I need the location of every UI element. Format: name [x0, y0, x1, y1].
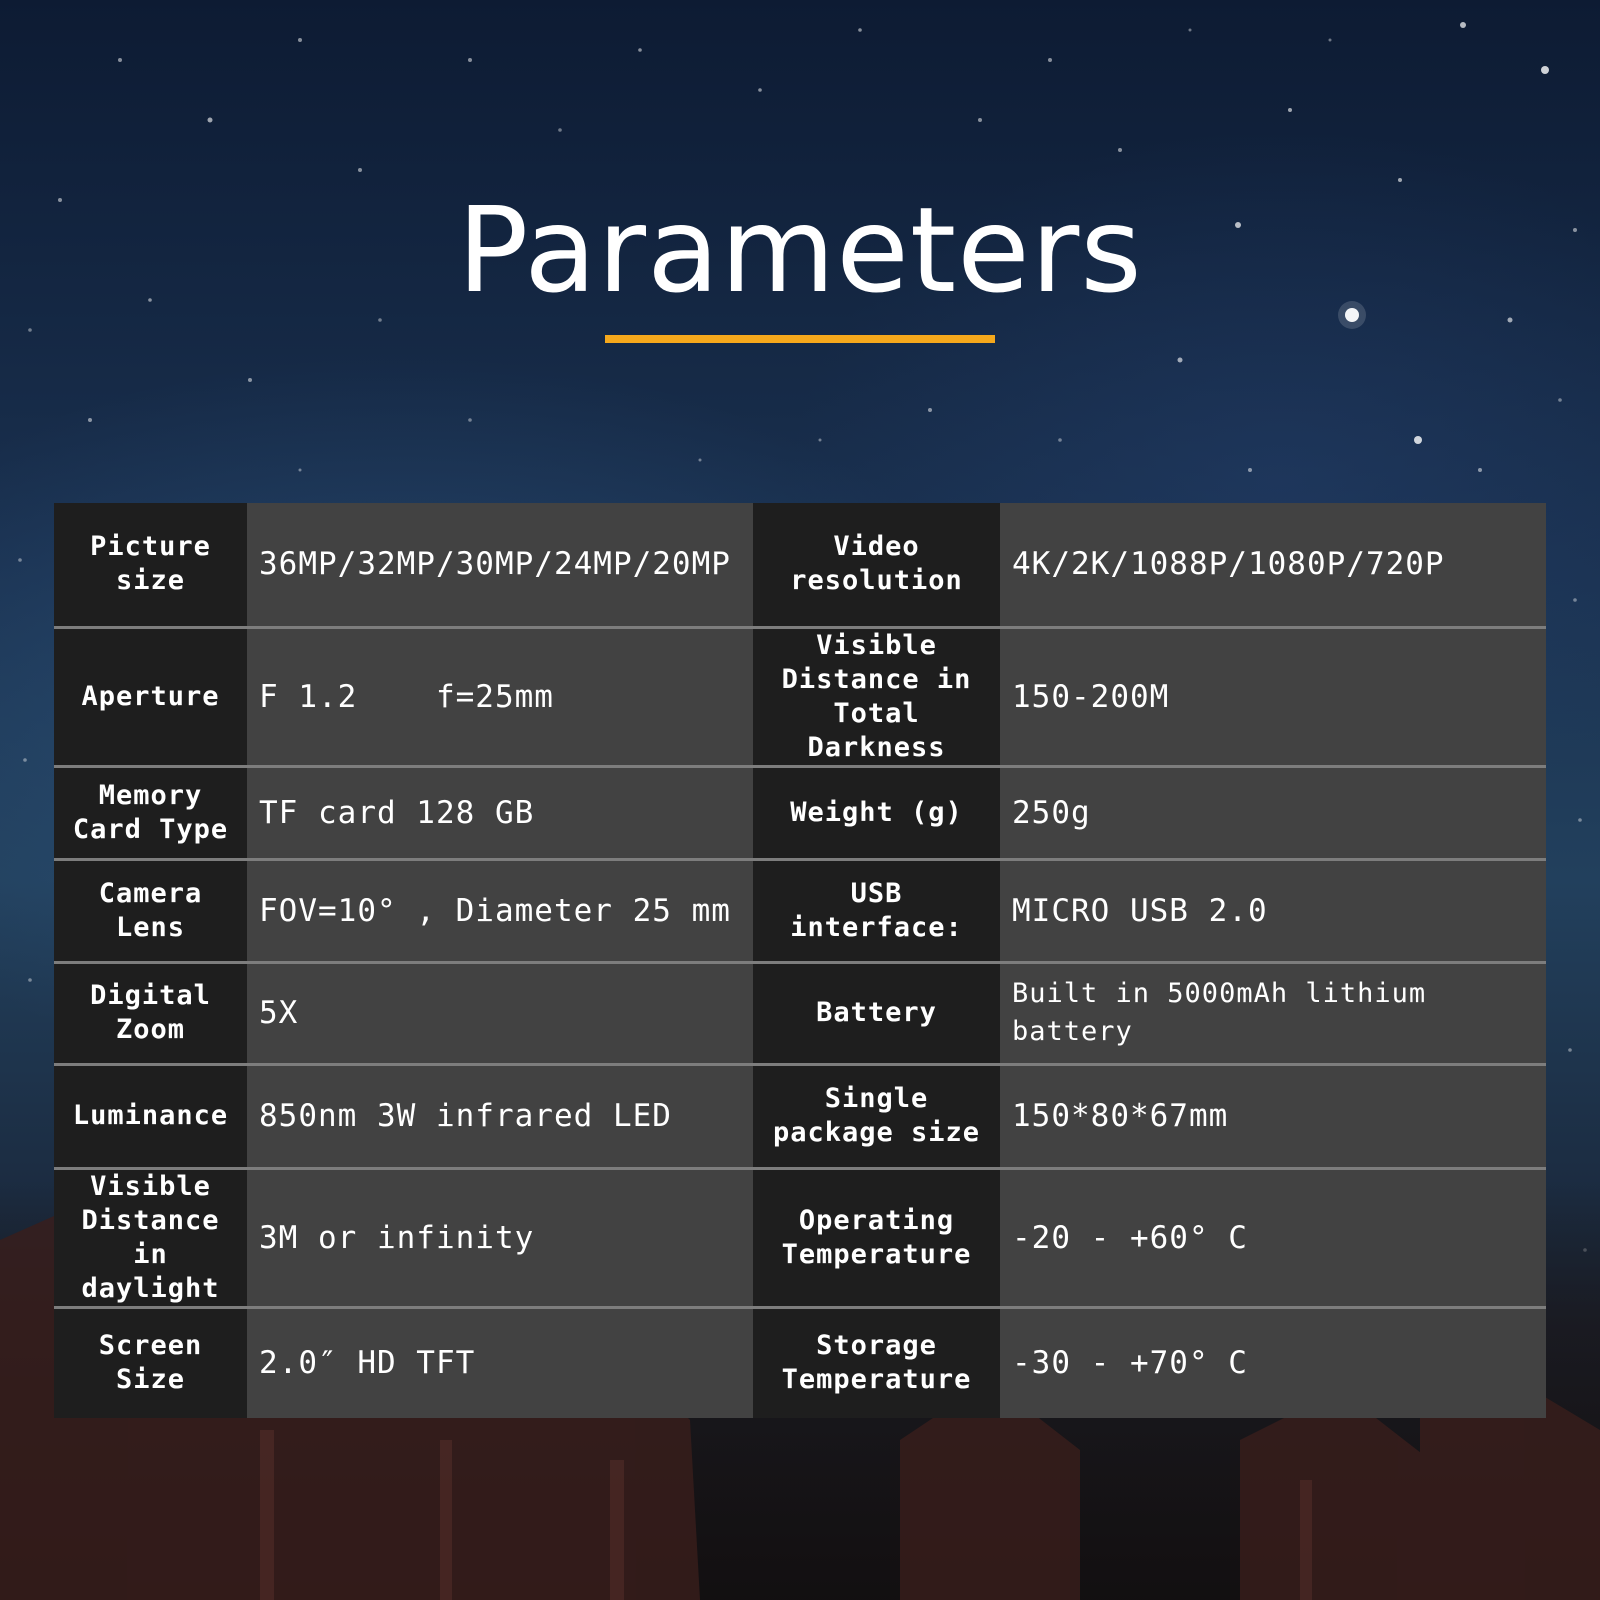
spec-row: Aperture F 1.2 f=25mm Visible Distance i…: [54, 627, 1546, 768]
spec-label: Memory Card Type: [54, 766, 247, 861]
spec-label: Weight (g): [753, 766, 1000, 861]
spec-row: Visible Distance in daylight 3M or infin…: [54, 1168, 1546, 1309]
spec-value: 250g: [1000, 766, 1546, 861]
spec-value: 4K/2K/1088P/1080P/720P: [1000, 503, 1546, 629]
spec-value: TF card 128 GB: [247, 766, 753, 861]
spec-label: Single package size: [753, 1064, 1000, 1170]
spec-label: Storage Temperature: [753, 1307, 1000, 1418]
spec-value: Built in 5000mAh lithium battery: [1000, 962, 1546, 1066]
spec-label: Aperture: [54, 627, 247, 768]
spec-value: 150*80*67mm: [1000, 1064, 1546, 1170]
spec-row: Digital Zoom 5X Battery Built in 5000mAh…: [54, 962, 1546, 1066]
spec-value: 5X: [247, 962, 753, 1066]
title-underline: [605, 335, 995, 343]
spec-label: Picture size: [54, 503, 247, 629]
spec-value: -20 - +60° C: [1000, 1168, 1546, 1309]
spec-label: Video resolution: [753, 503, 1000, 629]
parameters-table: Picture size 36MP/32MP/30MP/24MP/20MP Vi…: [54, 503, 1546, 1418]
spec-value: 150-200M: [1000, 627, 1546, 768]
spec-row: Luminance 850nm 3W infrared LED Single p…: [54, 1064, 1546, 1170]
spec-value: 3M or infinity: [247, 1168, 753, 1309]
spec-value: F 1.2 f=25mm: [247, 627, 753, 768]
spec-label: Camera Lens: [54, 859, 247, 964]
spec-label: Visible Distance in daylight: [54, 1168, 247, 1309]
spec-value: 2.0″ HD TFT: [247, 1307, 753, 1418]
spec-label: Screen Size: [54, 1307, 247, 1418]
spec-label: Digital Zoom: [54, 962, 247, 1066]
spec-value: 36MP/32MP/30MP/24MP/20MP: [247, 503, 753, 629]
spec-label: Visible Distance in Total Darkness: [753, 627, 1000, 768]
spec-value: FOV=10° , Diameter 25 mm: [247, 859, 753, 964]
spec-label: USB interface:: [753, 859, 1000, 964]
spec-value: 850nm 3W infrared LED: [247, 1064, 753, 1170]
spec-row: Camera Lens FOV=10° , Diameter 25 mm USB…: [54, 859, 1546, 964]
spec-label: Operating Temperature: [753, 1168, 1000, 1309]
spec-row: Screen Size 2.0″ HD TFT Storage Temperat…: [54, 1307, 1546, 1418]
spec-row: Memory Card Type TF card 128 GB Weight (…: [54, 766, 1546, 861]
page-title: Parameters: [457, 181, 1143, 319]
spec-value: MICRO USB 2.0: [1000, 859, 1546, 964]
spec-value: -30 - +70° C: [1000, 1307, 1546, 1418]
spec-label: Luminance: [54, 1064, 247, 1170]
spec-row: Picture size 36MP/32MP/30MP/24MP/20MP Vi…: [54, 503, 1546, 629]
spec-label: Battery: [753, 962, 1000, 1066]
